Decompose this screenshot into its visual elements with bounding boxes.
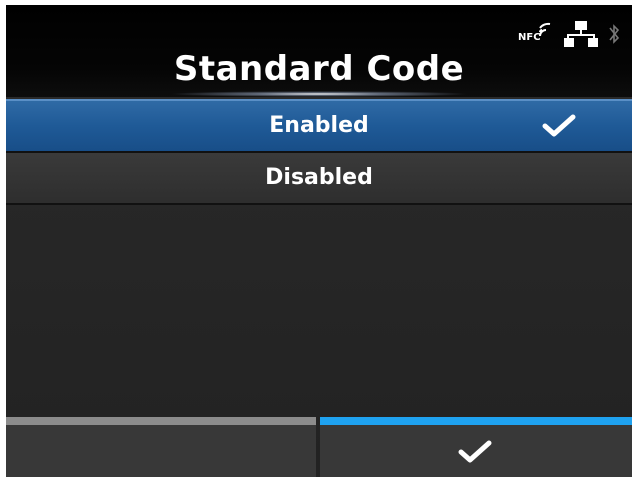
network-icon: [564, 21, 598, 47]
check-icon: [458, 440, 492, 463]
bluetooth-icon: [609, 24, 620, 44]
header: NFC Standard Code: [6, 5, 632, 97]
nfc-icon: NFC: [518, 22, 556, 48]
option-enabled[interactable]: Enabled: [6, 99, 632, 153]
confirm-softkey[interactable]: [320, 417, 632, 477]
option-list: Enabled Disabled: [6, 99, 632, 205]
page-title: Standard Code: [173, 49, 465, 89]
softkey-bar: [6, 417, 632, 477]
option-label: Disabled: [265, 165, 373, 190]
printer-display: NFC Standard Code Enabled Disabled: [6, 5, 632, 477]
option-disabled[interactable]: Disabled: [6, 153, 632, 205]
option-label: Enabled: [269, 113, 369, 138]
check-icon: [542, 114, 576, 137]
back-softkey[interactable]: [6, 417, 316, 477]
title-underline: [169, 91, 469, 97]
